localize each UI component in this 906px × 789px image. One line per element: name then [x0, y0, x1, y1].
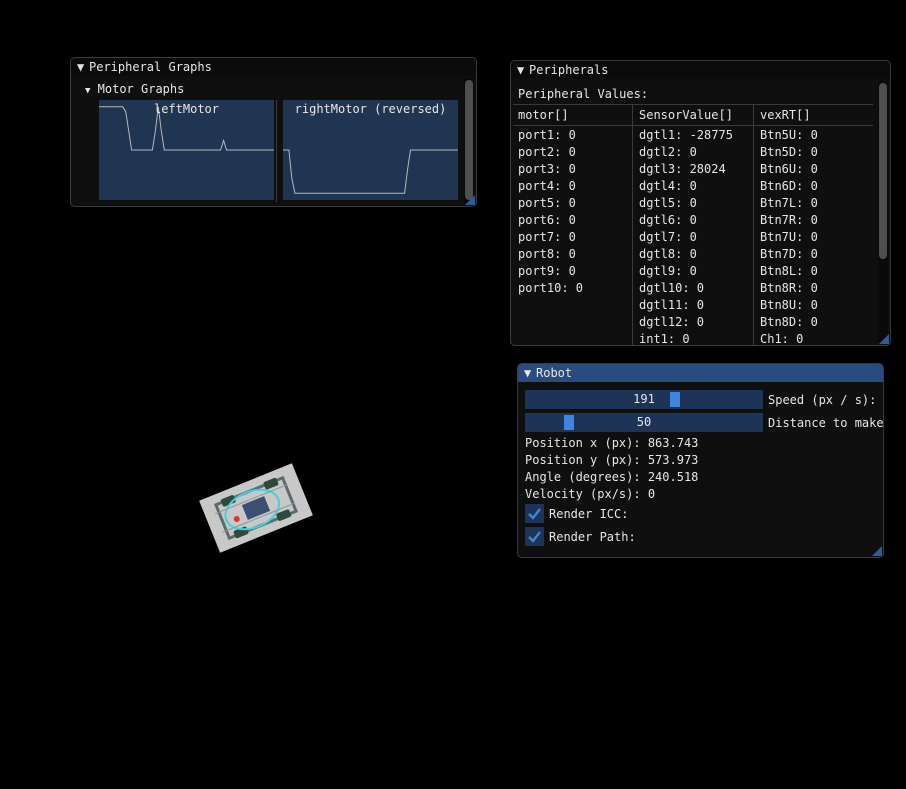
column-separator[interactable] [632, 105, 633, 345]
scrollbar-thumb[interactable] [465, 80, 473, 200]
column-separator[interactable] [753, 105, 754, 345]
collapse-triangle-icon[interactable]: ▼ [524, 364, 536, 382]
motor-value-cell: port4: 0 [518, 179, 576, 193]
left-motor-plot[interactable]: leftMotor [99, 100, 274, 200]
graphs-scrollbar[interactable] [464, 78, 474, 203]
slider-value: 50 [636, 415, 652, 429]
column-separator[interactable] [276, 100, 277, 202]
plot-title: leftMotor [153, 102, 220, 116]
sensor-value-cell: dgtl5: 0 [639, 196, 697, 210]
motor-value-cell: port9: 0 [518, 264, 576, 278]
peripherals-window: ▼ Peripherals Peripheral Values: motor[] … [510, 60, 891, 346]
tree-node-label: Motor Graphs [97, 82, 185, 96]
motor-value-cell: port3: 0 [518, 162, 576, 176]
sensor-value-cell: dgtl11: 0 [639, 298, 705, 312]
sensor-value-cell: dgtl8: 0 [639, 247, 697, 261]
scrollbar-thumb[interactable] [879, 83, 887, 259]
column-header-sensorvalue: SensorValue[] [639, 108, 733, 122]
peripherals-scrollbar[interactable] [878, 81, 888, 343]
render-path-label: Render Path: [549, 530, 636, 544]
sensor-value-cell: dgtl4: 0 [639, 179, 697, 193]
tree-arrow-icon: ▼ [85, 86, 91, 96]
position-x-text: Position x (px): 863.743 [525, 436, 699, 450]
render-icc-label: Render ICC: [549, 507, 629, 521]
sensor-value-cell: dgtl9: 0 [639, 264, 697, 278]
resize-grip-icon[interactable] [879, 334, 889, 344]
motor-graphs-tree-node[interactable]: ▼ Motor Graphs [85, 82, 184, 96]
motor-value-cell: port1: 0 [518, 128, 576, 142]
window-title: Robot [536, 366, 573, 380]
robot-titlebar[interactable]: ▼ Robot [518, 364, 883, 382]
vexrt-value-cell: Btn8D: 0 [760, 315, 818, 329]
sensor-value-cell: dgtl7: 0 [639, 230, 697, 244]
collapse-triangle-icon[interactable]: ▼ [517, 61, 529, 79]
window-title: Peripherals [529, 63, 609, 77]
vexrt-value-cell: Btn7U: 0 [760, 230, 818, 244]
distance-label: Distance to make [768, 416, 884, 430]
sensor-value-cell: dgtl2: 0 [639, 145, 697, 159]
motor-value-cell: port6: 0 [518, 213, 576, 227]
peripherals-titlebar[interactable]: ▼ Peripherals [511, 61, 890, 79]
vexrt-value-cell: Btn6D: 0 [760, 179, 818, 193]
vexrt-value-cell: Btn8U: 0 [760, 298, 818, 312]
robot-sprite [199, 463, 313, 553]
render-icc-checkbox[interactable] [525, 504, 544, 523]
window-title: Peripheral Graphs [89, 60, 212, 74]
sensor-value-cell: dgtl1: -28775 [639, 128, 733, 142]
checkmark-icon [528, 531, 541, 543]
motor-value-cell: port8: 0 [518, 247, 576, 261]
render-path-checkbox[interactable] [525, 527, 544, 546]
vexrt-value-cell: Ch1: 0 [760, 332, 804, 346]
sensor-value-cell: dgtl6: 0 [639, 213, 697, 227]
speed-label: Speed (px / s): [768, 393, 877, 407]
position-y-text: Position y (px): 573.973 [525, 453, 699, 467]
vexrt-value-cell: Btn7L: 0 [760, 196, 818, 210]
sensor-value-cell: dgtl3: 28024 [639, 162, 726, 176]
checkmark-icon [528, 508, 541, 520]
angle-text: Angle (degrees): 240.518 [525, 470, 699, 484]
resize-grip-icon[interactable] [465, 195, 475, 205]
distance-slider[interactable]: 50 [525, 413, 763, 432]
velocity-text: Velocity (px/s): 0 [525, 487, 656, 501]
robot-window: ▼ Robot 191 Speed (px / s): 50 Distance t… [517, 363, 884, 558]
table-header-border [513, 125, 873, 126]
column-header-motor: motor[] [518, 108, 569, 122]
vexrt-value-cell: Btn7R: 0 [760, 213, 818, 227]
sensor-value-cell: dgtl12: 0 [639, 315, 705, 329]
right-motor-plot[interactable]: rightMotor (reversed) [283, 100, 458, 200]
plot-title: rightMotor (reversed) [294, 102, 447, 116]
peripheral-graphs-window: ▼ Peripheral Graphs ▼ Motor Graphs leftMo… [70, 57, 477, 207]
vexrt-value-cell: Btn7D: 0 [760, 247, 818, 261]
slider-value: 191 [633, 392, 655, 406]
sensor-value-cell: int1: 0 [639, 332, 690, 346]
speed-slider[interactable]: 191 [525, 390, 763, 409]
resize-grip-icon[interactable] [872, 546, 882, 556]
collapse-triangle-icon[interactable]: ▼ [77, 58, 89, 76]
sensor-value-cell: dgtl10: 0 [639, 281, 705, 295]
vexrt-value-cell: Btn6U: 0 [760, 162, 818, 176]
vexrt-value-cell: Btn5D: 0 [760, 145, 818, 159]
peripheral-values-heading: Peripheral Values: [518, 87, 649, 101]
motor-value-cell: port10: 0 [518, 281, 584, 295]
table-top-border [513, 104, 873, 105]
vexrt-value-cell: Btn8L: 0 [760, 264, 818, 278]
motor-value-cell: port7: 0 [518, 230, 576, 244]
vexrt-value-cell: Btn8R: 0 [760, 281, 818, 295]
column-header-vexrt: vexRT[] [760, 108, 811, 122]
motor-value-cell: port2: 0 [518, 145, 576, 159]
peripheral-graphs-titlebar[interactable]: ▼ Peripheral Graphs [71, 58, 476, 76]
vexrt-value-cell: Btn5U: 0 [760, 128, 818, 142]
plot-line [283, 149, 458, 194]
motor-value-cell: port5: 0 [518, 196, 576, 210]
